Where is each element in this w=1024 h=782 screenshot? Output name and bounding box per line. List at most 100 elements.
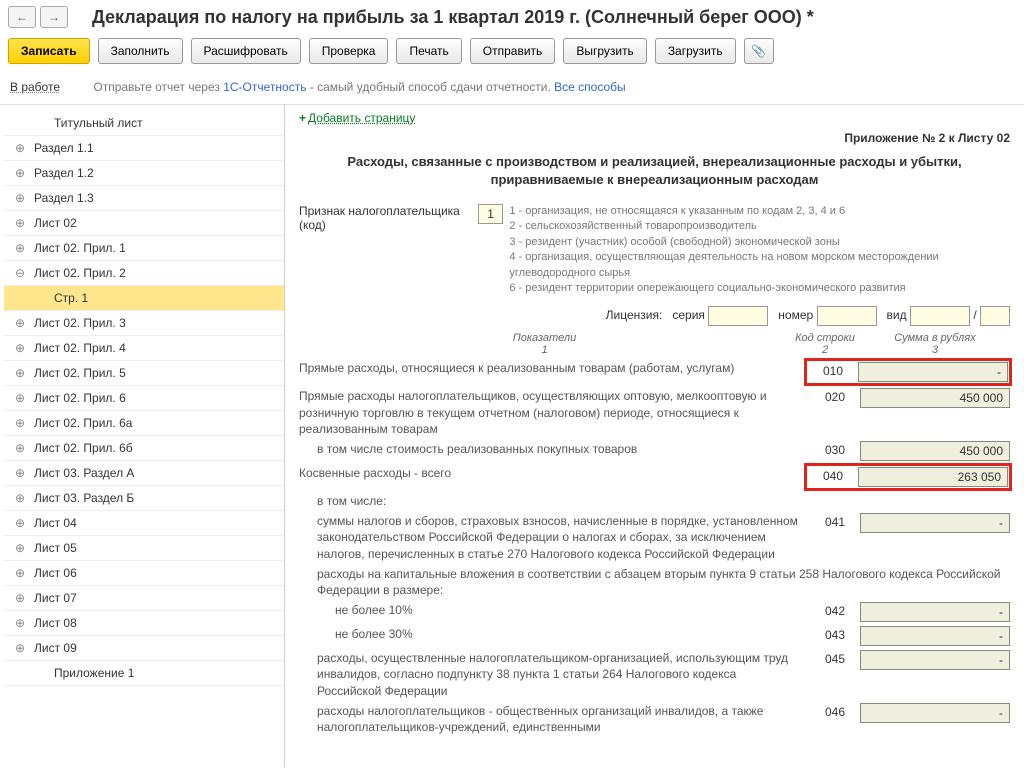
import-button[interactable]: Загрузить xyxy=(655,38,736,64)
tree-bullet-icon xyxy=(34,117,46,129)
taxpayer-type-label: Признак налогоплательщика (код) xyxy=(299,204,472,232)
line-043-code: 043 xyxy=(810,626,860,642)
line-042: не более 10% 042 - xyxy=(299,602,1010,622)
expand-icon[interactable] xyxy=(14,642,26,654)
line-010-code: 010 xyxy=(808,362,858,382)
tree-item-list-04[interactable]: Лист 04 xyxy=(4,511,284,536)
highlight-010: 010 - xyxy=(806,360,1010,384)
expand-icon[interactable] xyxy=(14,167,26,179)
toolbar: Записать Заполнить Расшифровать Проверка… xyxy=(0,34,1024,74)
line-043: не более 30% 043 - xyxy=(299,626,1010,646)
plus-icon: + xyxy=(299,111,306,125)
line-045-sum-input[interactable]: - xyxy=(860,650,1010,670)
line-041-code: 041 xyxy=(810,513,860,529)
expand-icon[interactable] xyxy=(14,367,26,379)
line-040-sum-input[interactable]: 263 050 xyxy=(858,467,1008,487)
add-page-link[interactable]: Добавить страницу xyxy=(308,111,415,125)
expand-icon[interactable] xyxy=(14,217,26,229)
taxpayer-code-input[interactable]: 1 xyxy=(478,204,504,224)
tree-item-section-1-1[interactable]: Раздел 1.1 xyxy=(4,136,284,161)
license-series-input[interactable] xyxy=(708,306,768,326)
tree-item-list-02-app-4[interactable]: Лист 02. Прил. 4 xyxy=(4,336,284,361)
taxpayer-code-hints: 1 - организация, не относящаяся к указан… xyxy=(509,204,1010,296)
line-010-sum-input[interactable]: - xyxy=(858,362,1008,382)
print-button[interactable]: Печать xyxy=(396,38,461,64)
license-number-input[interactable] xyxy=(817,306,877,326)
highlight-040: 040 263 050 xyxy=(806,465,1010,489)
fill-button[interactable]: Заполнить xyxy=(98,38,183,64)
tree-item-list-06[interactable]: Лист 06 xyxy=(4,561,284,586)
collapse-icon[interactable] xyxy=(14,267,26,279)
tree-item-list-02-app-6a[interactable]: Лист 02. Прил. 6а xyxy=(4,411,284,436)
send-button[interactable]: Отправить xyxy=(470,38,556,64)
tree-item-appendix-1[interactable]: Приложение 1 xyxy=(4,661,284,686)
record-button[interactable]: Записать xyxy=(8,38,90,64)
status-link[interactable]: В работе xyxy=(10,80,60,94)
appendix-title: Приложение № 2 к Листу 02 xyxy=(299,131,1010,145)
line-043-sum-input[interactable]: - xyxy=(860,626,1010,646)
sections-tree: Титульный лист Раздел 1.1 Раздел 1.2 Раз… xyxy=(0,105,285,767)
tree-item-list-02-app-5[interactable]: Лист 02. Прил. 5 xyxy=(4,361,284,386)
line-045: расходы, осуществленные налогоплательщик… xyxy=(299,650,1010,699)
tree-item-list-03-section-a[interactable]: Лист 03. Раздел А xyxy=(4,461,284,486)
paperclip-icon: 📎 xyxy=(751,44,766,58)
tree-item-page-1[interactable]: Стр. 1 xyxy=(4,286,284,311)
1c-reporting-link[interactable]: 1С-Отчетность xyxy=(223,80,306,94)
expand-icon[interactable] xyxy=(14,392,26,404)
line-040-code: 040 xyxy=(808,467,858,487)
line-030: в том числе стоимость реализованных поку… xyxy=(299,441,1010,461)
tree-item-list-02-app-1[interactable]: Лист 02. Прил. 1 xyxy=(4,236,284,261)
check-button[interactable]: Проверка xyxy=(309,38,389,64)
including-label: в том числе: xyxy=(299,493,1010,509)
line-040: Косвенные расходы - всего 040 263 050 xyxy=(299,465,1010,489)
tree-item-list-05[interactable]: Лист 05 xyxy=(4,536,284,561)
tree-item-title-page[interactable]: Титульный лист xyxy=(4,111,284,136)
tree-item-list-08[interactable]: Лист 08 xyxy=(4,611,284,636)
tree-item-section-1-3[interactable]: Раздел 1.3 xyxy=(4,186,284,211)
expand-icon[interactable] xyxy=(14,517,26,529)
license-subtype-input[interactable] xyxy=(980,306,1010,326)
tree-item-list-09[interactable]: Лист 09 xyxy=(4,636,284,661)
top-nav: ← → Декларация по налогу на прибыль за 1… xyxy=(0,0,1024,34)
expand-icon[interactable] xyxy=(14,342,26,354)
expand-icon[interactable] xyxy=(14,142,26,154)
line-041-sum-input[interactable]: - xyxy=(860,513,1010,533)
expand-icon[interactable] xyxy=(14,242,26,254)
line-030-sum-input[interactable]: 450 000 xyxy=(860,441,1010,461)
expand-icon[interactable] xyxy=(14,592,26,604)
columns-header: Показатели1 Код строки2 Сумма в рублях3 xyxy=(299,332,1010,356)
expand-icon[interactable] xyxy=(14,617,26,629)
expand-icon[interactable] xyxy=(14,317,26,329)
back-button[interactable]: ← xyxy=(8,6,36,28)
tree-bullet-icon xyxy=(34,667,46,679)
tree-item-list-02-app-6b[interactable]: Лист 02. Прил. 6б xyxy=(4,436,284,461)
tree-item-list-02-app-3[interactable]: Лист 02. Прил. 3 xyxy=(4,311,284,336)
export-button[interactable]: Выгрузить xyxy=(563,38,647,64)
form-panel: +Добавить страницу Приложение № 2 к Лист… xyxy=(285,105,1024,767)
forward-button[interactable]: → xyxy=(40,6,68,28)
attachments-button[interactable]: 📎 xyxy=(744,38,774,64)
line-042-sum-input[interactable]: - xyxy=(860,602,1010,622)
decode-button[interactable]: Расшифровать xyxy=(191,38,301,64)
line-046-sum-input[interactable]: - xyxy=(860,703,1010,723)
expand-icon[interactable] xyxy=(14,492,26,504)
all-ways-link[interactable]: Все способы xyxy=(554,80,626,94)
license-type-input[interactable] xyxy=(910,306,970,326)
line-046: расходы налогоплательщиков - общественны… xyxy=(299,703,1010,735)
line-020-code: 020 xyxy=(810,388,860,404)
expand-icon[interactable] xyxy=(14,542,26,554)
expand-icon[interactable] xyxy=(14,192,26,204)
line-020-sum-input[interactable]: 450 000 xyxy=(860,388,1010,408)
expand-icon[interactable] xyxy=(14,442,26,454)
status-text: Отправьте отчет через xyxy=(93,80,223,94)
status-bar: В работе Отправьте отчет через 1С-Отчетн… xyxy=(0,74,1024,105)
expand-icon[interactable] xyxy=(14,567,26,579)
tree-item-list-02-app-2[interactable]: Лист 02. Прил. 2 xyxy=(4,261,284,286)
expand-icon[interactable] xyxy=(14,467,26,479)
tree-item-list-02-app-6[interactable]: Лист 02. Прил. 6 xyxy=(4,386,284,411)
tree-item-list-07[interactable]: Лист 07 xyxy=(4,586,284,611)
tree-item-list-02[interactable]: Лист 02 xyxy=(4,211,284,236)
expand-icon[interactable] xyxy=(14,417,26,429)
tree-item-section-1-2[interactable]: Раздел 1.2 xyxy=(4,161,284,186)
tree-item-list-03-section-b[interactable]: Лист 03. Раздел Б xyxy=(4,486,284,511)
